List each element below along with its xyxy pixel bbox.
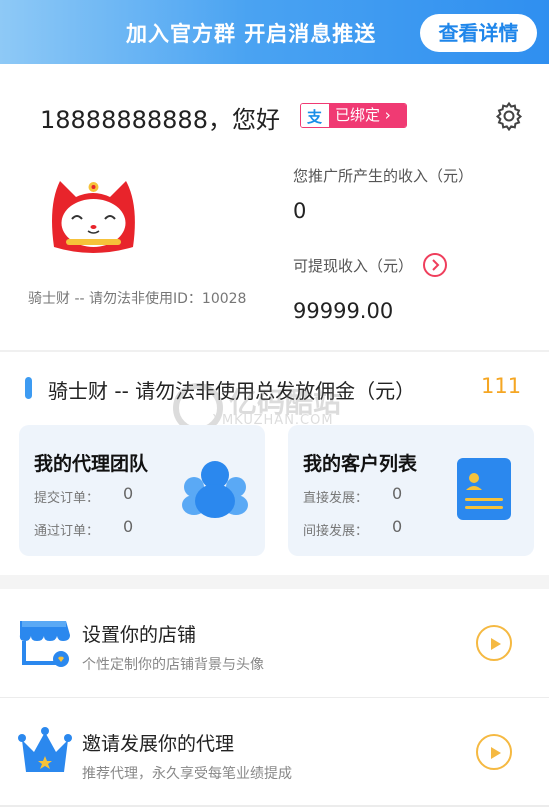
alipay-icon: 支 [301,104,329,127]
row-label: 间接发展： [303,524,369,539]
avatar[interactable] [46,175,141,253]
svg-text:支: 支 [306,108,323,125]
invite-agent-item[interactable]: 邀请发展你的代理 推荐代理，永久享受每笔业绩提成 [0,698,549,806]
team-people-icon [182,457,248,523]
settings-gear-icon[interactable] [494,101,524,132]
withdraw-arrow-icon[interactable] [423,253,447,277]
indirect-development-row: 间接发展： 0 [303,517,402,539]
setup-shop-item[interactable]: 设置你的店铺 个性定制你的店铺背景与头像 [0,589,549,697]
view-details-button[interactable]: 查看详情 [420,14,537,52]
row-label: 提交订单： [34,491,100,506]
chevron-right-icon: › [380,106,391,124]
row-label: 直接发展： [303,491,369,506]
row-value: 0 [392,484,403,503]
phone-greeting: 18888888888，您好 [40,106,280,134]
crown-icon [18,726,72,778]
play-arrow-icon[interactable] [476,734,512,770]
shop-icon [18,617,72,669]
play-arrow-icon[interactable] [476,625,512,661]
menu-subtitle: 推荐代理，永久享受每笔业绩提成 [82,766,292,782]
menu-subtitle: 个性定制你的店铺背景与头像 [82,657,264,673]
submitted-orders-row: 提交订单： 0 [34,484,133,506]
income-label: 您推广所产生的收入（元） [293,167,474,185]
notification-banner[interactable]: 加入官方群 开启消息推送 查看详情 [0,0,549,64]
withdrawable-value: 99999.00 [293,299,394,323]
alipay-status-text: 已绑定 [335,106,381,124]
commission-value: 111 [481,374,522,398]
menu-title: 邀请发展你的代理 [82,733,235,755]
alipay-bind-badge[interactable]: 支 已绑定 › [300,103,407,128]
alipay-status-label: 已绑定 › [329,104,406,127]
card-title: 我的代理团队 [34,453,149,475]
row-value: 0 [123,517,134,536]
agent-team-card[interactable]: 我的代理团队 提交订单： 0 通过订单： 0 [19,425,265,556]
income-value: 0 [293,199,307,223]
contact-card-icon [457,458,511,524]
row-value: 0 [392,517,403,536]
section-divider [0,350,549,352]
section-divider [0,575,549,589]
customer-list-card[interactable]: 我的客户列表 直接发展： 0 间接发展： 0 [288,425,534,556]
withdrawable-label: 可提现收入（元） [293,257,414,275]
banner-text: 加入官方群 开启消息推送 [126,22,377,46]
direct-development-row: 直接发展： 0 [303,484,402,506]
section-accent-bar [25,377,32,399]
approved-orders-row: 通过订单： 0 [34,517,133,539]
card-title: 我的客户列表 [303,453,418,475]
row-value: 0 [123,484,134,503]
row-label: 通过订单： [34,524,100,539]
user-name: 骑士财 -- 请勿法非使用ID：10028 [28,291,247,307]
menu-title: 设置你的店铺 [82,624,197,646]
